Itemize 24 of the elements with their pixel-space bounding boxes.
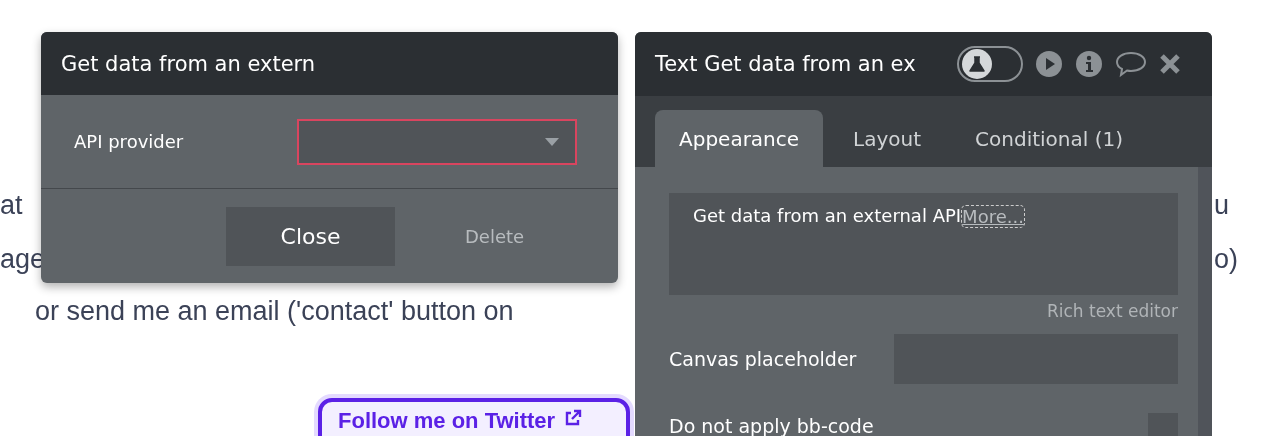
- property-label: Canvas placeholder: [669, 348, 857, 370]
- more-link[interactable]: More...: [961, 205, 1025, 228]
- play-icon[interactable]: [1035, 50, 1063, 78]
- editor-tab[interactable]: Appearance: [655, 110, 824, 167]
- caret-icon: [545, 137, 559, 146]
- editor-title: Text Get data from an ex: [655, 52, 917, 76]
- paragraph-fragment: o): [1214, 244, 1238, 275]
- comment-icon[interactable]: [1115, 50, 1147, 78]
- scrollbar[interactable]: [1198, 167, 1212, 436]
- test-mode-toggle[interactable]: [957, 46, 1023, 82]
- info-icon[interactable]: [1075, 50, 1103, 78]
- external-link-icon: [563, 408, 584, 428]
- field-label: API provider: [74, 131, 185, 152]
- paragraph-fragment: u: [1214, 190, 1230, 221]
- editor-tab[interactable]: Layout: [829, 110, 946, 167]
- close-icon[interactable]: [1159, 53, 1181, 75]
- content-text: Get data from an external API: [693, 205, 962, 226]
- paragraph-fragment: at: [0, 190, 23, 221]
- flask-icon: [962, 49, 992, 79]
- close-button[interactable]: Close: [226, 207, 395, 266]
- text-content-field[interactable]: Get data from an external APIMore...: [669, 193, 1178, 295]
- paragraph-fragment: or send me an email ('contact' button on: [35, 296, 514, 327]
- editor-tab[interactable]: Conditional (1): [951, 110, 1148, 167]
- dialog-title: Get data from an extern: [61, 51, 316, 76]
